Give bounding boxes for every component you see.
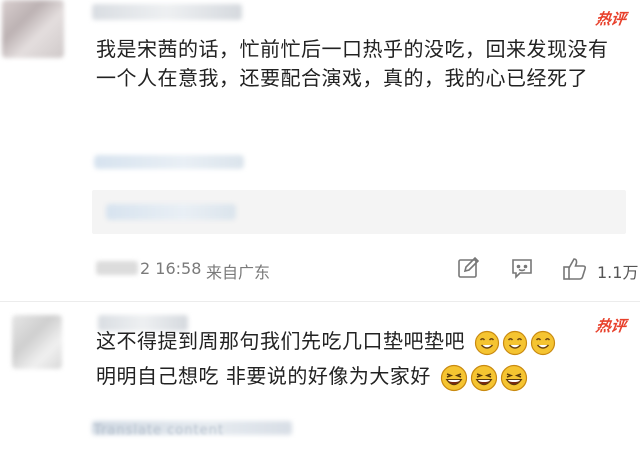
eyes-closed-smile-emoji — [530, 330, 556, 356]
comment-icon[interactable] — [510, 256, 534, 280]
reply-preview-text — [106, 204, 236, 220]
avatar[interactable] — [12, 315, 62, 369]
like-count: 1.1万 — [597, 263, 639, 282]
divider — [0, 301, 640, 302]
comment-meta: 2 16:58 来自广东 — [96, 256, 636, 282]
laughing-emoji — [470, 364, 498, 392]
laughing-emoji — [440, 364, 468, 392]
comment-line-text: 这不得提到周那句我们先吃几口垫吧垫吧 — [96, 329, 465, 353]
comment-text: 我是宋茜的话，忙前忙后一口热乎的没吃，回来发现没有一个人在意我，还要配合演戏，真… — [96, 37, 609, 90]
thumbs-up-icon[interactable] — [562, 256, 588, 282]
comment-item: 热评 我是宋茜的话，忙前忙后一口热乎的没吃，回来发现没有一个人在意我，还要配合演… — [0, 0, 640, 300]
comment-line: 这不得提到周那句我们先吃几口垫吧垫吧 — [96, 327, 626, 356]
date-blurred — [96, 261, 138, 275]
reply-preview-box[interactable] — [92, 190, 626, 234]
comment-line-text: 明明自己想吃 非要说的好像为大家好 — [96, 364, 431, 388]
username[interactable] — [92, 4, 242, 20]
comment-text: 这不得提到周那句我们先吃几口垫吧垫吧 明明自己想吃 非要说的好像为大家好 — [96, 327, 626, 392]
translate-link-text[interactable]: Translate content — [94, 423, 224, 438]
reply-preview-line — [94, 155, 244, 169]
eyes-closed-smile-emoji — [474, 330, 500, 356]
laughing-emoji — [500, 364, 528, 392]
comment-source: 来自广东 — [206, 263, 271, 282]
avatar[interactable] — [2, 0, 64, 58]
edit-icon[interactable] — [456, 256, 480, 280]
hot-comment-badge: 热评 — [594, 10, 628, 28]
comment-line: 明明自己想吃 非要说的好像为大家好 — [96, 362, 626, 392]
eyes-closed-smile-emoji — [502, 330, 528, 356]
comment-time: 2 16:58 — [140, 259, 202, 278]
